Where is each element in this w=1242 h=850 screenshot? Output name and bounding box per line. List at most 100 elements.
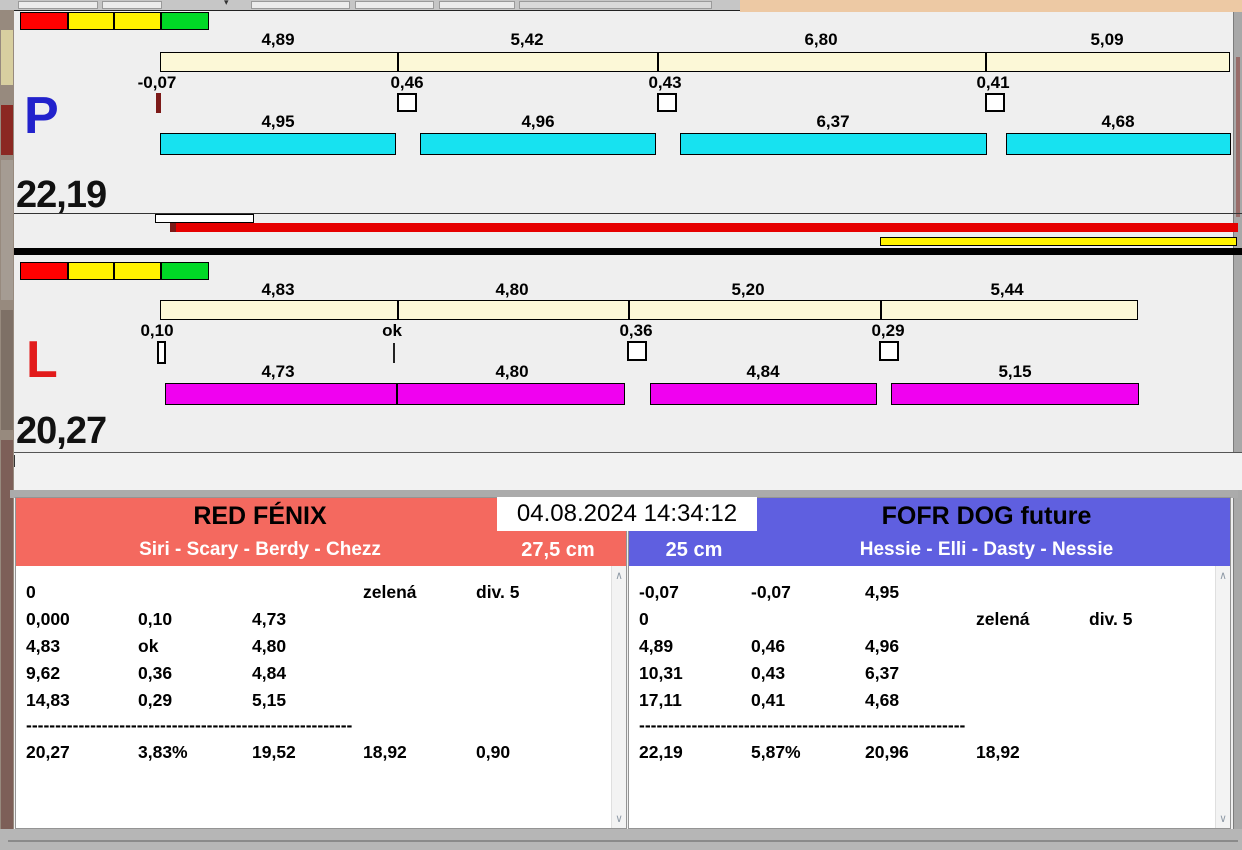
cell: 0,43	[751, 663, 786, 683]
lane-l-letter: L	[26, 331, 58, 389]
cell: -0,07	[751, 582, 791, 602]
penalty-checkbox[interactable]	[985, 93, 1005, 112]
dog-time-label: 5,15	[998, 362, 1032, 381]
cell: -0,07	[639, 582, 679, 602]
traffic-lights	[20, 12, 209, 30]
dog-time-bar	[680, 133, 987, 155]
penalty-checkbox[interactable]	[657, 93, 677, 112]
jump-height-left: 27,5 cm	[521, 539, 595, 561]
flyball-timing-screen: ▾ 4,89 5,42 6,80 5,09 -0,07 0,46 0,43 0,…	[0, 0, 1242, 850]
scroll-down-icon[interactable]: ∨	[612, 813, 626, 824]
split-time-label: 4,89	[261, 30, 295, 49]
dog-time-bar	[650, 383, 877, 405]
table-row: 9,62 0,36 4,84	[16, 660, 608, 687]
cell: 19,52	[252, 742, 296, 762]
cell: 4,80	[252, 636, 287, 656]
cell: 14,83	[26, 690, 70, 710]
cell: 22,19	[639, 742, 683, 762]
background-tab	[439, 1, 515, 9]
table-row: 10,31 0,43 6,37	[629, 660, 1212, 687]
split-time-label: 6,80	[804, 30, 838, 49]
dog-names-right: Hessie - Elli - Dasty - Nessie	[859, 539, 1114, 560]
table-row: 4,83 ok 4,80	[16, 633, 608, 660]
dog-time-bar	[420, 133, 656, 155]
dog-time-label: 4,96	[521, 112, 555, 131]
lane-separator	[14, 248, 1242, 255]
table-row: 0 zelená div. 5	[629, 606, 1212, 633]
changeover-label: 0,29	[871, 321, 905, 340]
empty-panel	[14, 453, 1242, 490]
cell: 4,96	[865, 636, 900, 656]
changeover-label: -0,07	[137, 73, 177, 92]
team-panel-left: RED FÉNIX Siri - Scary - Berdy - Chezz 2…	[15, 497, 627, 829]
scrollbar[interactable]: ∧ ∨	[1215, 566, 1230, 828]
cell: 0,36	[138, 663, 173, 683]
cell: zelená	[976, 609, 1030, 629]
cell: ok	[138, 636, 159, 656]
scroll-down-icon[interactable]: ∨	[1216, 813, 1230, 824]
cell: 0,90	[476, 742, 511, 762]
background-window-tan-strip	[740, 0, 1242, 12]
scroll-up-icon[interactable]: ∧	[1216, 570, 1230, 581]
dashed-line: ----------------------------------------…	[26, 715, 353, 735]
dog-time-label: 4,80	[495, 362, 529, 381]
dog-time-label: 4,68	[1101, 112, 1135, 131]
cell: 17,11	[639, 690, 682, 710]
table-row: 4,89 0,46 4,96	[629, 633, 1212, 660]
table-row: 0,000 0,10 4,73	[16, 606, 608, 633]
traffic-light-yellow	[114, 12, 161, 30]
table-row: 17,11 0,41 4,68	[629, 687, 1212, 714]
lane-p-letter: P	[24, 87, 59, 145]
dropdown-triangle-icon: ▾	[224, 0, 229, 7]
cell: 4,84	[252, 663, 287, 683]
jump-height-right: 25 cm	[665, 539, 723, 561]
traffic-light-green	[161, 262, 209, 280]
team-name-left: RED FÉNIX	[193, 502, 327, 530]
background-window-sliver	[0, 10, 14, 850]
cell: 18,92	[976, 742, 1020, 762]
cell: 9,62	[26, 663, 61, 683]
table-row: -0,07 -0,07 4,95	[629, 579, 1212, 606]
cell: 18,92	[363, 742, 407, 762]
cell: 3,83%	[138, 742, 188, 762]
traffic-light-red	[20, 12, 68, 30]
lane-p-total-time: 22,19	[16, 174, 107, 216]
cell: 0,10	[138, 609, 173, 629]
dashed-line: ----------------------------------------…	[639, 715, 966, 735]
cell: 10,31	[639, 663, 683, 683]
dog-time-label: 4,84	[746, 362, 780, 381]
dog-time-bar	[891, 383, 1139, 405]
changeover-label: 0,41	[976, 73, 1010, 92]
table-separator: ----------------------------------------…	[16, 712, 608, 739]
team-name-right: FOFR DOG future	[881, 502, 1092, 530]
cell: 4,83	[26, 636, 61, 656]
split-time-label: 5,09	[1090, 30, 1124, 49]
cell: 4,95	[865, 582, 900, 602]
penalty-checkbox[interactable]	[627, 341, 647, 361]
traffic-light-yellow	[114, 262, 161, 280]
scroll-up-icon[interactable]: ∧	[612, 570, 626, 581]
background-tab	[251, 1, 350, 9]
dog-time-bar	[160, 133, 396, 155]
cell: 20,27	[26, 742, 70, 762]
cell: 0,46	[751, 636, 786, 656]
start-tick-marker	[156, 93, 161, 113]
table-total-row: 20,27 3,83% 19,52 18,92 0,90	[16, 739, 608, 766]
changeover-label: 0,43	[648, 73, 682, 92]
changeover-label: 0,36	[619, 321, 653, 340]
window-right-edge	[1233, 12, 1242, 829]
progress-yellow-bar	[880, 237, 1237, 246]
penalty-checkbox[interactable]	[397, 93, 417, 112]
background-tab	[519, 1, 712, 9]
cell: 5,87%	[751, 742, 801, 762]
background-tab	[355, 1, 434, 9]
split-bar	[160, 52, 1230, 72]
scrollbar[interactable]: ∧ ∨	[611, 566, 626, 828]
penalty-checkbox[interactable]	[879, 341, 899, 361]
changeover-label: 0,46	[390, 73, 424, 92]
cell: 0	[26, 582, 36, 602]
progress-red-bar	[170, 223, 1238, 232]
cell: 4,68	[865, 690, 900, 710]
progress-white-box	[155, 214, 254, 223]
background-tab	[18, 1, 98, 9]
